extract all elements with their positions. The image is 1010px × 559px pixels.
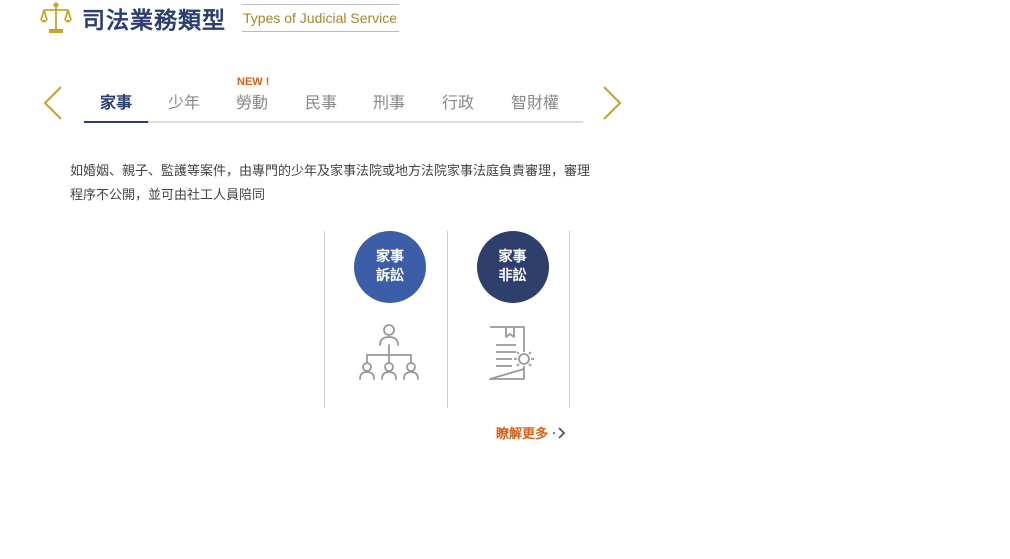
tab-intellectual-property[interactable]: 智財權 — [497, 84, 573, 123]
service-type-tabs: 家事 少年 勞動 民事 刑事 行政 智財權 — [84, 84, 583, 123]
organization-chart-icon — [359, 324, 419, 380]
card-family-litigation[interactable]: 家事 訴訟 — [325, 231, 448, 408]
card-badge: 家事 非訟 — [476, 231, 549, 303]
tab-labor[interactable]: 勞動 — [218, 84, 286, 123]
prev-arrow-icon[interactable] — [42, 85, 64, 121]
document-settings-icon — [488, 326, 534, 380]
justice-scale-icon — [40, 2, 72, 33]
tab-family[interactable]: 家事 — [84, 84, 148, 123]
card-label-line1: 家事 — [376, 249, 404, 265]
service-cards: 家事 訴訟 家事 非訟 — [324, 231, 570, 408]
tab-juvenile[interactable]: 少年 — [150, 84, 218, 123]
section-header: 司法業務類型 Types of Judicial Service — [40, 0, 400, 36]
card-label-line2: 訴訟 — [376, 268, 404, 284]
chevron-right-icon — [553, 426, 566, 439]
tab-administrative[interactable]: 行政 — [424, 84, 492, 123]
card-label-line1: 家事 — [498, 249, 527, 265]
card-family-non-litigation[interactable]: 家事 非訟 — [448, 231, 570, 408]
tab-civil[interactable]: 民事 — [287, 84, 355, 123]
card-badge: 家事 訴訟 — [354, 231, 426, 303]
learn-more-label: 瞭解更多 — [496, 427, 549, 442]
learn-more-link[interactable]: 瞭解更多 — [496, 423, 568, 442]
next-arrow-icon[interactable] — [601, 85, 623, 121]
page-subtitle: Types of Judicial Service — [242, 4, 400, 32]
card-label-line2: 非訟 — [498, 268, 527, 284]
tab-criminal[interactable]: 刑事 — [355, 84, 423, 123]
page-title: 司法業務類型 — [82, 8, 226, 34]
tab-description: 如婚姻、親子、監護等案件，由專門的少年及家事法院或地方法院家事法庭負責審理，審理… — [70, 164, 591, 203]
